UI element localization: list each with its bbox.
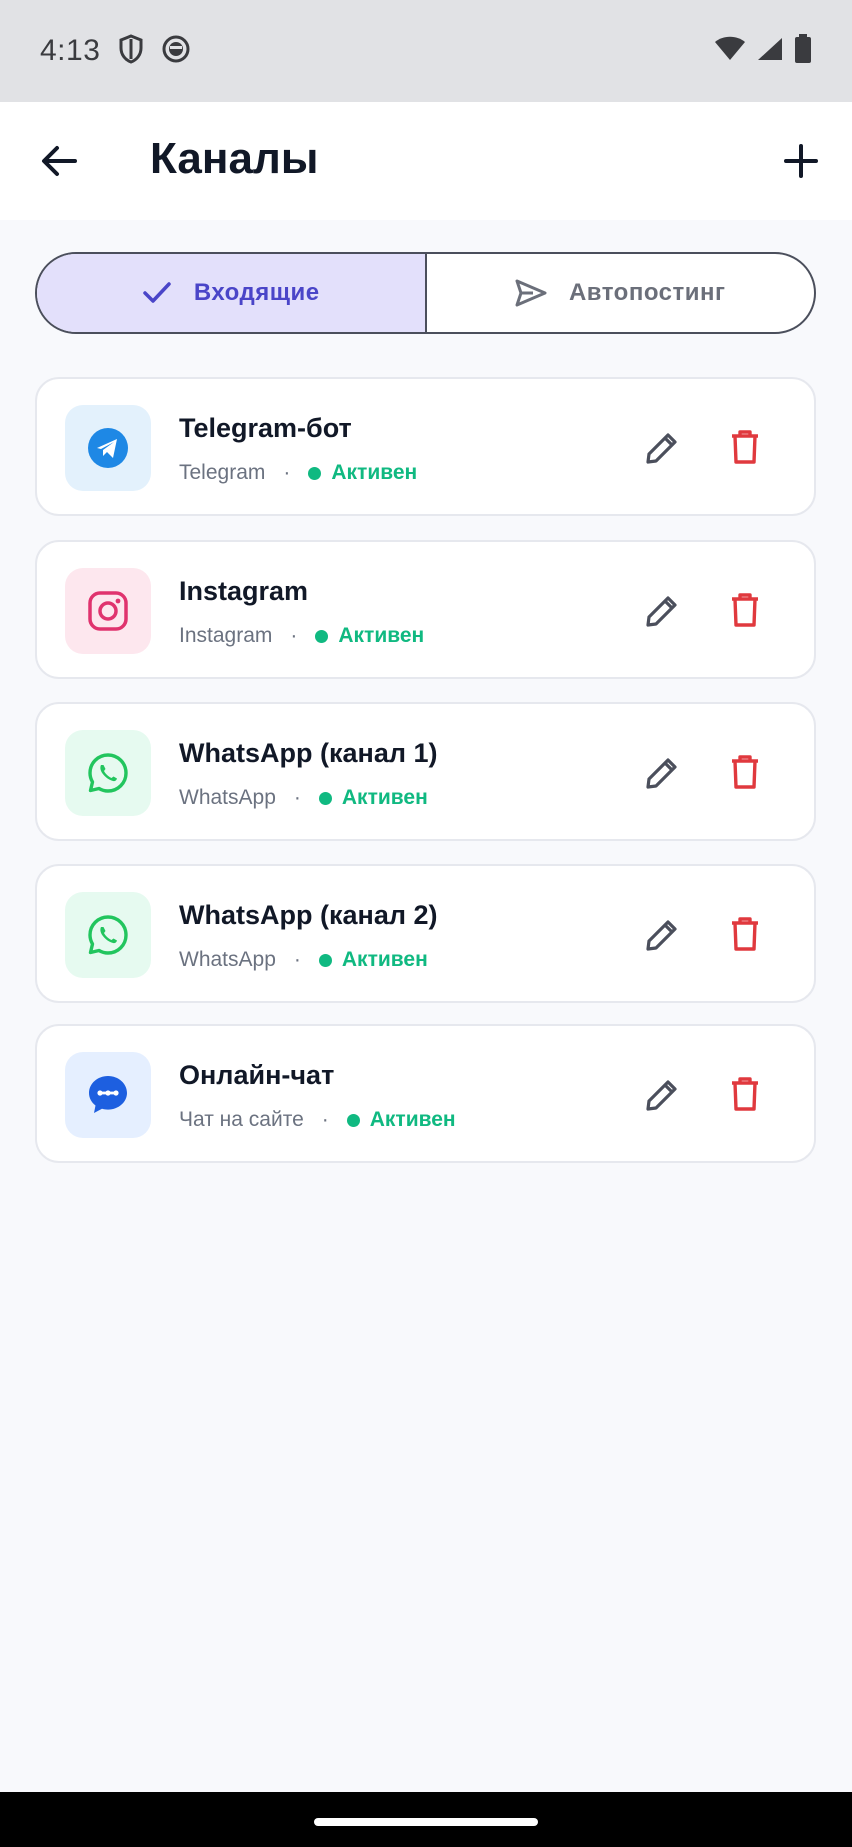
plus-icon xyxy=(784,144,818,178)
channel-card[interactable]: Instagram Instagram · Активен xyxy=(35,540,816,679)
channel-meta: Telegram · Активен xyxy=(179,461,417,485)
channel-card[interactable]: WhatsApp (канал 1) WhatsApp · Активен xyxy=(35,702,816,841)
status-dot xyxy=(318,791,332,805)
delete-button[interactable] xyxy=(725,912,765,956)
trash-icon xyxy=(732,430,758,464)
channel-icon-box xyxy=(65,568,151,654)
edit-button[interactable] xyxy=(641,914,683,956)
tab-autoposting[interactable]: Автопостинг xyxy=(427,254,815,332)
status-dot xyxy=(315,629,329,643)
trash-icon xyxy=(732,593,758,627)
channel-type-tabs: Входящие Автопостинг xyxy=(35,252,816,334)
channel-meta: WhatsApp · Активен xyxy=(179,948,428,972)
channel-meta: Чат на сайте · Активен xyxy=(179,1108,456,1132)
channel-title: WhatsApp (канал 2) xyxy=(179,900,438,930)
channel-icon-box xyxy=(65,730,151,816)
delete-button[interactable] xyxy=(725,750,765,794)
channel-icon-box xyxy=(65,892,151,978)
channel-meta: Instagram · Активен xyxy=(179,624,424,648)
delete-button[interactable] xyxy=(725,1072,765,1116)
channel-icon-box xyxy=(65,405,151,491)
arrow-left-icon xyxy=(42,146,77,176)
channel-type: Instagram xyxy=(179,624,273,647)
back-button[interactable] xyxy=(36,138,82,184)
status-bar: 4:13 xyxy=(0,0,852,102)
status-badge: Активен xyxy=(341,948,428,971)
tab-incoming[interactable]: Входящие xyxy=(37,254,427,332)
channel-title: Instagram xyxy=(179,576,309,606)
status-dot xyxy=(346,1113,360,1127)
channel-card[interactable]: Telegram-бот Telegram · Активен xyxy=(35,377,816,516)
channel-card[interactable]: WhatsApp (канал 2) WhatsApp · Активен xyxy=(35,864,816,1003)
check-icon xyxy=(143,282,171,303)
app-notification-icon xyxy=(162,35,190,68)
status-right xyxy=(714,33,812,69)
status-badge: Активен xyxy=(341,786,428,809)
edit-button[interactable] xyxy=(641,1074,683,1116)
chat-icon xyxy=(89,1076,127,1113)
pencil-icon xyxy=(646,1080,677,1111)
send-icon xyxy=(515,279,547,307)
telegram-icon xyxy=(88,428,128,468)
status-dot xyxy=(308,466,322,480)
home-indicator[interactable] xyxy=(314,1818,538,1826)
meta-separator: · xyxy=(321,1108,329,1131)
edit-button[interactable] xyxy=(641,752,683,794)
meta-separator: · xyxy=(283,461,291,484)
shield-icon xyxy=(118,33,144,69)
channel-type: WhatsApp xyxy=(179,786,276,809)
delete-button[interactable] xyxy=(725,588,765,632)
whatsapp-icon xyxy=(88,753,128,793)
meta-separator: · xyxy=(293,948,301,971)
edit-button[interactable] xyxy=(641,427,683,469)
battery-icon xyxy=(794,33,812,69)
status-badge: Активен xyxy=(369,1108,456,1131)
channel-title: WhatsApp (канал 1) xyxy=(179,738,438,768)
tab-incoming-label: Входящие xyxy=(193,279,320,306)
status-time: 4:13 xyxy=(40,34,101,67)
instagram-icon xyxy=(88,591,128,631)
signal-icon xyxy=(756,36,784,67)
whatsapp-icon xyxy=(88,915,128,955)
status-badge: Активен xyxy=(331,461,418,484)
pencil-icon xyxy=(646,920,677,951)
status-left: 4:13 xyxy=(40,33,190,69)
pencil-icon xyxy=(646,596,677,627)
meta-separator: · xyxy=(290,624,298,647)
channel-title: Telegram-бот xyxy=(179,413,352,443)
page-title: Каналы xyxy=(150,134,319,183)
channel-type: WhatsApp xyxy=(179,948,276,971)
pencil-icon xyxy=(646,758,677,789)
tab-autoposting-label: Автопостинг xyxy=(568,279,726,306)
channel-card[interactable]: Онлайн-чат Чат на сайте · Активен xyxy=(35,1024,816,1163)
edit-button[interactable] xyxy=(641,590,683,632)
trash-icon xyxy=(732,917,758,951)
add-channel-button[interactable] xyxy=(776,136,826,186)
channel-type: Чат на сайте xyxy=(179,1108,304,1131)
system-nav-bar xyxy=(0,1792,852,1847)
trash-icon xyxy=(732,755,758,789)
channel-meta: WhatsApp · Активен xyxy=(179,786,428,810)
pencil-icon xyxy=(646,433,677,464)
status-dot xyxy=(318,953,332,967)
meta-separator: · xyxy=(293,786,301,809)
status-badge: Активен xyxy=(338,624,425,647)
delete-button[interactable] xyxy=(725,425,765,469)
channel-icon-box xyxy=(65,1052,151,1138)
channel-type: Telegram xyxy=(179,461,266,484)
wifi-icon xyxy=(714,36,746,67)
trash-icon xyxy=(732,1077,758,1111)
channel-title: Онлайн-чат xyxy=(179,1060,335,1090)
app-bar: Каналы xyxy=(0,102,852,220)
